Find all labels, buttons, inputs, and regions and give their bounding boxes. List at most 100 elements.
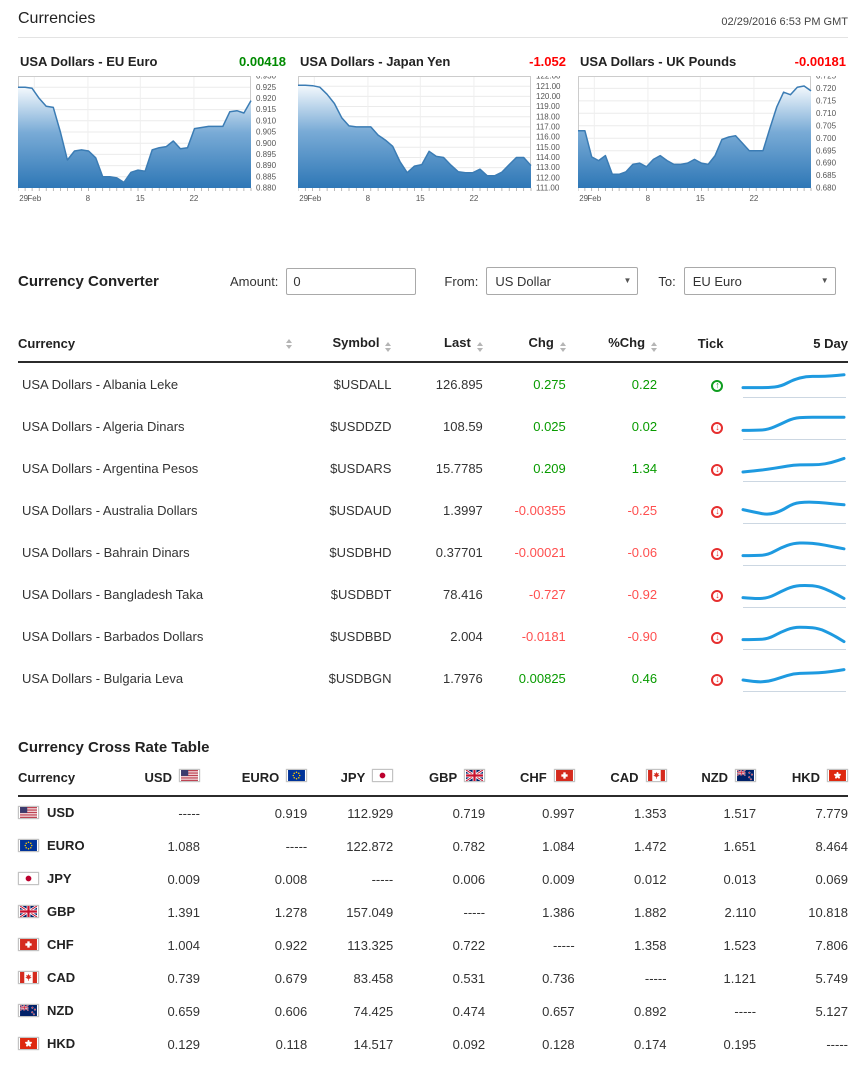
svg-text:113.00: 113.00 (536, 163, 560, 172)
symbol: $USDBGN (292, 657, 392, 699)
currency-name: USA Dollars - Barbados Dollars (18, 615, 292, 657)
chg-value: -0.0181 (483, 615, 566, 657)
tick-down-icon: ↓ (711, 464, 723, 476)
cross-rate-value: 7.806 (756, 929, 848, 962)
jp-flag-icon (372, 769, 393, 782)
cross-rate-value: ----- (109, 796, 200, 830)
eu-flag-icon (18, 839, 39, 852)
cross-rate-value: 0.922 (200, 929, 307, 962)
5day-sparkline (723, 489, 848, 531)
cross-rate-value: 1.084 (485, 830, 575, 863)
cross-table-row: EURO1.088-----122.8720.7821.0841.4721.65… (18, 830, 848, 863)
cross-rate-value: 1.278 (200, 896, 307, 929)
cross-table-row: USD-----0.919112.9290.7190.9971.3531.517… (18, 796, 848, 830)
cross-row-nzd: NZD (18, 995, 109, 1028)
sparkline-chart (741, 495, 848, 525)
svg-text:15: 15 (136, 194, 145, 203)
sort-icon[interactable] (651, 342, 657, 352)
to-select[interactable]: EU Euro (684, 267, 836, 295)
symbol: $USDBHD (292, 531, 392, 573)
to-label: To: (658, 274, 675, 289)
sort-icon[interactable] (477, 342, 483, 352)
cross-rate-value: 1.121 (667, 962, 757, 995)
ca-flag-icon (646, 769, 667, 782)
chg-value: 0.209 (483, 447, 566, 489)
header-divider (18, 37, 848, 38)
sort-icon[interactable] (560, 342, 566, 352)
timestamp: 02/29/2016 6:53 PM GMT (721, 16, 848, 28)
rates-table-row: USA Dollars - Bulgaria Leva$USDBGN1.7976… (18, 657, 848, 699)
svg-text:15: 15 (416, 194, 425, 203)
gb-flag-icon (464, 769, 485, 782)
svg-text:0.715: 0.715 (816, 97, 837, 106)
svg-text:116.00: 116.00 (536, 133, 560, 142)
pchg-value: -0.06 (566, 531, 657, 573)
col-header-currency[interactable]: Currency (18, 327, 292, 362)
chart-title: USA Dollars - UK Pounds (580, 54, 736, 69)
chart-change-value: 0.00418 (239, 54, 286, 69)
svg-text:0.680: 0.680 (816, 184, 837, 193)
rates-table-row: USA Dollars - Algeria Dinars$USDDZD108.5… (18, 405, 848, 447)
cross-rate-value: 1.882 (575, 896, 667, 929)
cross-rate-value: ----- (756, 1028, 848, 1061)
cross-table-title: Currency Cross Rate Table (18, 739, 848, 756)
cross-rate-value: 5.127 (756, 995, 848, 1028)
tick-up-icon: ↑ (711, 380, 723, 392)
sparkline-chart (741, 579, 848, 609)
rates-table-row: USA Dollars - Bahrain Dinars$USDBHD0.377… (18, 531, 848, 573)
cross-rate-value: 1.358 (575, 929, 667, 962)
cross-rate-value: 0.008 (200, 863, 307, 896)
svg-text:0.725: 0.725 (816, 76, 837, 81)
svg-text:0.915: 0.915 (256, 105, 277, 114)
cross-rate-value: 1.517 (667, 796, 757, 830)
col-header-last[interactable]: Last (391, 327, 482, 362)
amount-input[interactable] (286, 268, 416, 295)
col-header-symbol[interactable]: Symbol (292, 327, 392, 362)
from-select-wrap: US Dollar (486, 267, 638, 295)
cross-rate-value: 0.069 (756, 863, 848, 896)
chart-eu-euro: USA Dollars - EU Euro 0.00418 0.8800.885… (18, 54, 288, 221)
cross-rate-value: 0.919 (200, 796, 307, 830)
svg-text:8: 8 (646, 194, 651, 203)
rates-table-row: USA Dollars - Albania Leke$USDALL126.895… (18, 362, 848, 405)
sort-icon[interactable] (286, 339, 292, 349)
svg-text:0.910: 0.910 (256, 116, 277, 125)
cross-table-row: NZD0.6590.60674.4250.4740.6570.892-----5… (18, 995, 848, 1028)
last-value: 15.7785 (391, 447, 482, 489)
symbol: $USDAUD (292, 489, 392, 531)
svg-text:0.930: 0.930 (256, 76, 277, 81)
svg-text:0.925: 0.925 (256, 83, 277, 92)
sparkline-chart (741, 621, 848, 651)
cross-rate-value: 0.118 (200, 1028, 307, 1061)
cross-col-currency: Currency (18, 760, 109, 796)
cross-row-gbp: GBP (18, 896, 109, 929)
svg-text:117.00: 117.00 (536, 123, 560, 132)
col-header-chg[interactable]: Chg (483, 327, 566, 362)
cross-rate-table: Currency USDEUROJPYGBPCHFCADNZDHKD USD--… (18, 760, 848, 1061)
5day-sparkline (723, 657, 848, 699)
symbol: $USDBBD (292, 615, 392, 657)
cross-rate-value: 0.657 (485, 995, 575, 1028)
currency-name: USA Dollars - Bulgaria Leva (18, 657, 292, 699)
eu-flag-icon (286, 769, 307, 782)
cross-rate-value: ----- (393, 896, 485, 929)
us-flag-icon (18, 806, 39, 819)
tick-cell: ↓ (657, 657, 723, 699)
converter-title: Currency Converter (18, 273, 230, 290)
cross-rate-value: 1.472 (575, 830, 667, 863)
mini-charts-row: USA Dollars - EU Euro 0.00418 0.8800.885… (18, 54, 848, 221)
ch-flag-icon (18, 938, 39, 951)
tick-down-icon: ↓ (711, 590, 723, 602)
currency-name: USA Dollars - Argentina Pesos (18, 447, 292, 489)
cross-rate-value: 0.129 (109, 1028, 200, 1061)
from-select[interactable]: US Dollar (486, 267, 638, 295)
pchg-value: 0.02 (566, 405, 657, 447)
currency-name: USA Dollars - Bangladesh Taka (18, 573, 292, 615)
sort-icon[interactable] (385, 342, 391, 352)
rates-table-row: USA Dollars - Bangladesh Taka$USDBDT78.4… (18, 573, 848, 615)
cross-row-chf: CHF (18, 929, 109, 962)
chart-uk-pounds: USA Dollars - UK Pounds -0.00181 0.6800.… (578, 54, 848, 221)
last-value: 1.3997 (391, 489, 482, 531)
svg-text:22: 22 (189, 194, 198, 203)
col-header-pchg[interactable]: %Chg (566, 327, 657, 362)
